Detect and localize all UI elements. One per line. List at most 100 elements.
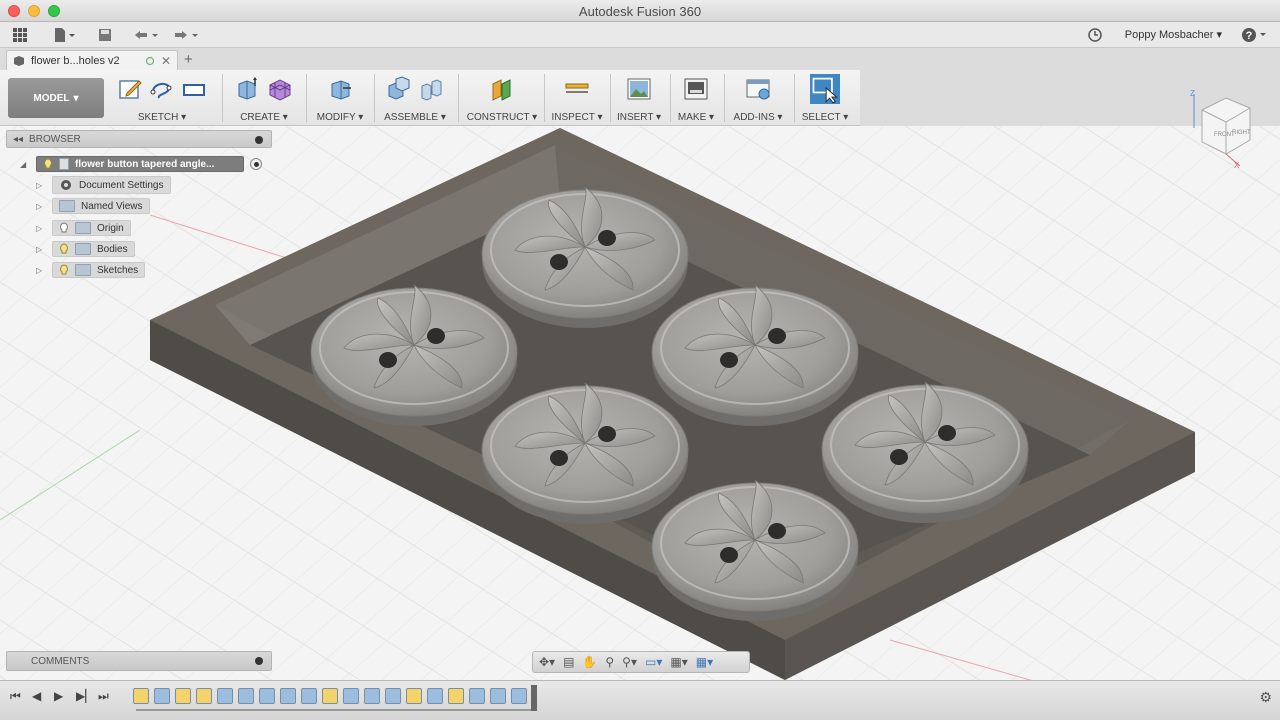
offset-plane-icon[interactable] (489, 76, 515, 102)
pan-hand-icon[interactable]: ✋ (582, 655, 597, 669)
timeline-move-feature[interactable] (259, 688, 275, 704)
step-back-icon[interactable]: ◀ (32, 689, 41, 703)
ribbon-divider (544, 74, 545, 122)
collapse-panel-icon[interactable]: ◂◂ (13, 134, 23, 145)
timeline-sketch-feature[interactable] (196, 688, 212, 704)
fit-zoom-icon[interactable]: ⚲▾ (622, 655, 637, 669)
ribbon-divider (458, 74, 459, 122)
close-tab-icon[interactable]: ✕ (161, 54, 171, 68)
visibility-bulb-icon[interactable] (59, 264, 69, 276)
joint-icon[interactable] (418, 76, 444, 102)
line-icon[interactable] (149, 76, 175, 102)
grid-settings-icon[interactable]: ▦▾ (696, 655, 713, 669)
timeline-fillet-feature[interactable] (511, 688, 527, 704)
collapse-triangle-icon[interactable]: ◢ (20, 160, 30, 169)
browser-root-node[interactable]: ◢ flower button tapered angle... (20, 155, 262, 173)
rectangle-icon[interactable] (181, 76, 207, 102)
modify-group[interactable]: MODIFY ▾ (310, 74, 370, 123)
add-ins-group[interactable]: ADD-INS ▾ (728, 74, 788, 123)
timeline-extrude-feature[interactable] (427, 688, 443, 704)
zoom-icon[interactable]: ⚲ (605, 655, 614, 669)
select-group[interactable]: SELECT ▾ (798, 74, 852, 123)
expand-triangle-icon[interactable]: ▷ (36, 181, 46, 190)
visual-style-icon[interactable]: ▦▾ (670, 655, 687, 669)
comments-panel-header[interactable]: COMMENTS (6, 651, 272, 671)
browser-item-bodies[interactable]: ▷ Bodies (36, 240, 135, 258)
timeline-extrude-feature[interactable] (343, 688, 359, 704)
timeline-extrude-feature[interactable] (280, 688, 296, 704)
orbit-icon[interactable]: ✥▾ (539, 655, 555, 669)
timeline-sketch-feature[interactable] (322, 688, 338, 704)
visibility-bulb-icon[interactable] (43, 158, 53, 170)
go-to-start-icon[interactable]: ⏮ (10, 689, 21, 704)
timeline-sketch-feature[interactable] (133, 688, 149, 704)
undo-icon[interactable] (130, 26, 160, 44)
timeline-settings-gear-icon[interactable]: ⚙ (1259, 689, 1272, 706)
timeline-marker[interactable] (531, 685, 537, 711)
document-tab[interactable]: flower b...holes v2 ✕ (6, 50, 178, 70)
chevron-down-icon: ▾ (73, 92, 79, 104)
visibility-bulb-icon[interactable] (59, 243, 69, 255)
browser-item-sketches[interactable]: ▷ Sketches (36, 261, 146, 279)
user-menu[interactable]: Poppy Mosbacher ▾ (1125, 28, 1222, 41)
inspect-group[interactable]: INSPECT ▾ (548, 74, 606, 123)
browser-item-document-settings[interactable]: ▷ Document Settings (36, 176, 171, 194)
file-menu-icon[interactable] (50, 26, 78, 44)
flower-button-3 (651, 284, 859, 427)
timeline-loft-feature[interactable] (217, 688, 233, 704)
redo-icon[interactable] (170, 26, 200, 44)
timeline-sketch-feature[interactable] (175, 688, 191, 704)
scripts-icon[interactable] (745, 76, 771, 102)
timeline-extrude-feature[interactable] (154, 688, 170, 704)
view-cube[interactable]: FRONT RIGHT Z X (1180, 88, 1260, 170)
timeline-combine-feature[interactable] (490, 688, 506, 704)
expand-triangle-icon[interactable]: ▷ (36, 266, 46, 275)
select-icon[interactable] (808, 74, 842, 104)
create-sketch-icon[interactable] (117, 76, 143, 102)
browser-panel-header[interactable]: ◂◂ BROWSER (6, 130, 272, 148)
expand-triangle-icon[interactable]: ▷ (36, 245, 46, 254)
construct-group[interactable]: CONSTRUCT ▾ (462, 74, 542, 123)
extrude-icon[interactable] (235, 76, 261, 102)
data-panel-grid-icon[interactable] (10, 26, 30, 44)
display-settings-icon[interactable]: ▭▾ (645, 655, 662, 669)
go-to-end-icon[interactable]: ⏭ (98, 689, 109, 704)
timeline-sketch-feature[interactable] (448, 688, 464, 704)
new-component-icon[interactable] (386, 76, 412, 102)
timeline-extrude-feature[interactable] (301, 688, 317, 704)
help-icon[interactable]: ? (1240, 26, 1270, 44)
sketch-group[interactable]: SKETCH ▾ (110, 74, 214, 123)
make-group[interactable]: MAKE ▾ (674, 74, 718, 123)
press-pull-icon[interactable] (327, 76, 353, 102)
expand-triangle-icon[interactable]: ▷ (36, 224, 46, 233)
create-group[interactable]: CREATE ▾ (226, 74, 302, 123)
browser-title: BROWSER (29, 133, 81, 145)
play-icon[interactable]: ▶ (54, 689, 63, 703)
browser-item-named-views[interactable]: ▷ Named Views (36, 197, 150, 215)
save-icon[interactable] (96, 26, 114, 44)
browser-item-origin[interactable]: ▷ Origin (36, 219, 131, 237)
pin-icon[interactable] (255, 136, 263, 144)
timeline-pattern-feature[interactable] (385, 688, 401, 704)
3d-print-icon[interactable] (683, 76, 709, 102)
assemble-group[interactable]: ASSEMBLE ▾ (378, 74, 452, 123)
timeline-extrude-feature[interactable] (469, 688, 485, 704)
pin-icon[interactable] (255, 657, 263, 665)
active-radio-icon[interactable] (250, 158, 262, 170)
visibility-bulb-icon[interactable] (59, 222, 69, 234)
timeline-extrude-feature[interactable] (238, 688, 254, 704)
step-forward-icon[interactable]: ▶▏ (76, 689, 94, 703)
timeline-sketch-feature[interactable] (406, 688, 422, 704)
insert-image-icon[interactable] (626, 76, 652, 102)
workspace-switcher[interactable]: MODEL ▾ (8, 78, 104, 118)
new-tab-icon[interactable]: + (184, 51, 193, 68)
design-canvas[interactable] (0, 126, 1280, 680)
insert-group[interactable]: INSERT ▾ (614, 74, 664, 123)
bodies-label: Bodies (97, 243, 128, 255)
look-at-icon[interactable]: ▤ (563, 655, 574, 669)
job-status-clock-icon[interactable] (1086, 26, 1104, 44)
timeline-fillet-feature[interactable] (364, 688, 380, 704)
expand-triangle-icon[interactable]: ▷ (36, 202, 46, 211)
form-icon[interactable] (267, 76, 293, 102)
measure-icon[interactable] (564, 76, 590, 102)
